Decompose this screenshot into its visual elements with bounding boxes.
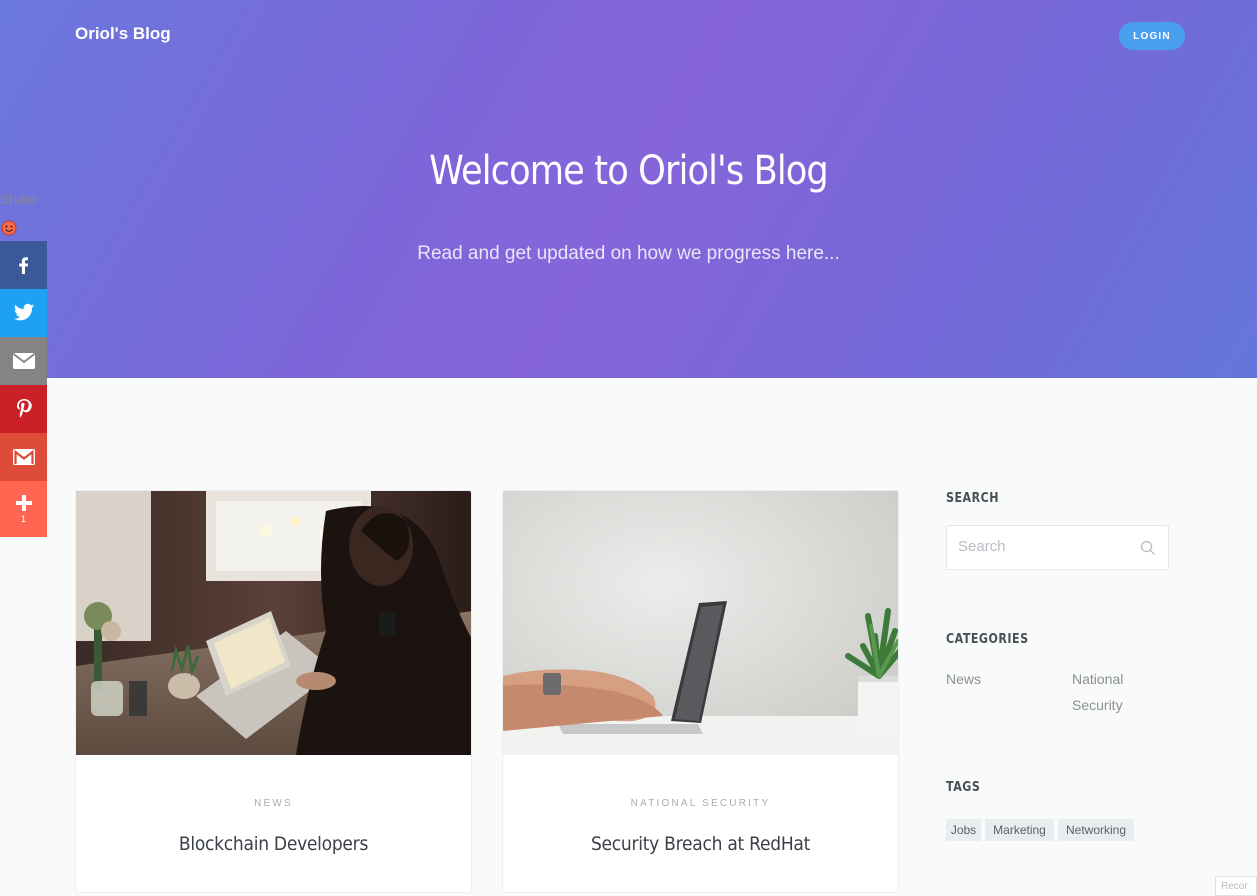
search-heading: SEARCH (946, 491, 999, 506)
tag-jobs[interactable]: Jobs (946, 819, 981, 841)
login-button[interactable]: LOGIN (1119, 22, 1185, 50)
plus-icon (15, 495, 32, 511)
share-pinterest-button[interactable] (0, 385, 47, 433)
share-count: 1 (20, 514, 26, 524)
post-title[interactable]: Security Breach at RedHat (523, 833, 879, 855)
site-brand[interactable]: Oriol's Blog (75, 24, 171, 44)
categories-heading: CATEGORIES (946, 632, 1029, 647)
share-email-button[interactable] (0, 337, 47, 385)
tag-networking[interactable]: Networking (1058, 819, 1134, 841)
twitter-icon (13, 303, 34, 321)
share-more-button[interactable]: 1 (0, 481, 47, 537)
facebook-icon (18, 257, 28, 274)
search-box[interactable] (946, 525, 1169, 570)
tag-marketing[interactable]: Marketing (985, 819, 1054, 841)
search-icon[interactable] (1140, 540, 1156, 556)
hero-banner: Oriol's Blog LOGIN Welcome to Oriol's Bl… (0, 0, 1257, 378)
hero-subtitle: Read and get updated on how we progress … (417, 243, 840, 264)
post-category[interactable]: NEWS (76, 798, 471, 809)
post-image-laptop-office[interactable] (76, 491, 472, 755)
search-input[interactable] (958, 538, 1128, 555)
category-link-news[interactable]: News (946, 666, 981, 692)
hero-title: Welcome to Oriol's Blog (429, 148, 829, 194)
share-label: Share (0, 191, 38, 207)
share-sidebar: 1 (0, 241, 47, 537)
gmail-icon (12, 449, 35, 465)
email-icon (12, 353, 35, 369)
tags-heading: TAGS (946, 780, 981, 795)
share-gmail-button[interactable] (0, 433, 47, 481)
post-category[interactable]: NATIONAL SECURITY (503, 798, 898, 809)
category-link-national-security[interactable]: National Security (1072, 666, 1152, 718)
post-card[interactable]: NATIONAL SECURITY Security Breach at Red… (502, 490, 899, 893)
smile-icon (1, 220, 17, 236)
recorder-widget[interactable]: Recor (1215, 876, 1257, 896)
post-card[interactable]: NEWS Blockchain Developers (75, 490, 472, 893)
post-title[interactable]: Blockchain Developers (96, 833, 452, 855)
post-image-laptop-plant[interactable] (503, 491, 899, 755)
pinterest-icon (16, 399, 32, 418)
share-facebook-button[interactable] (0, 241, 47, 289)
share-twitter-button[interactable] (0, 289, 47, 337)
